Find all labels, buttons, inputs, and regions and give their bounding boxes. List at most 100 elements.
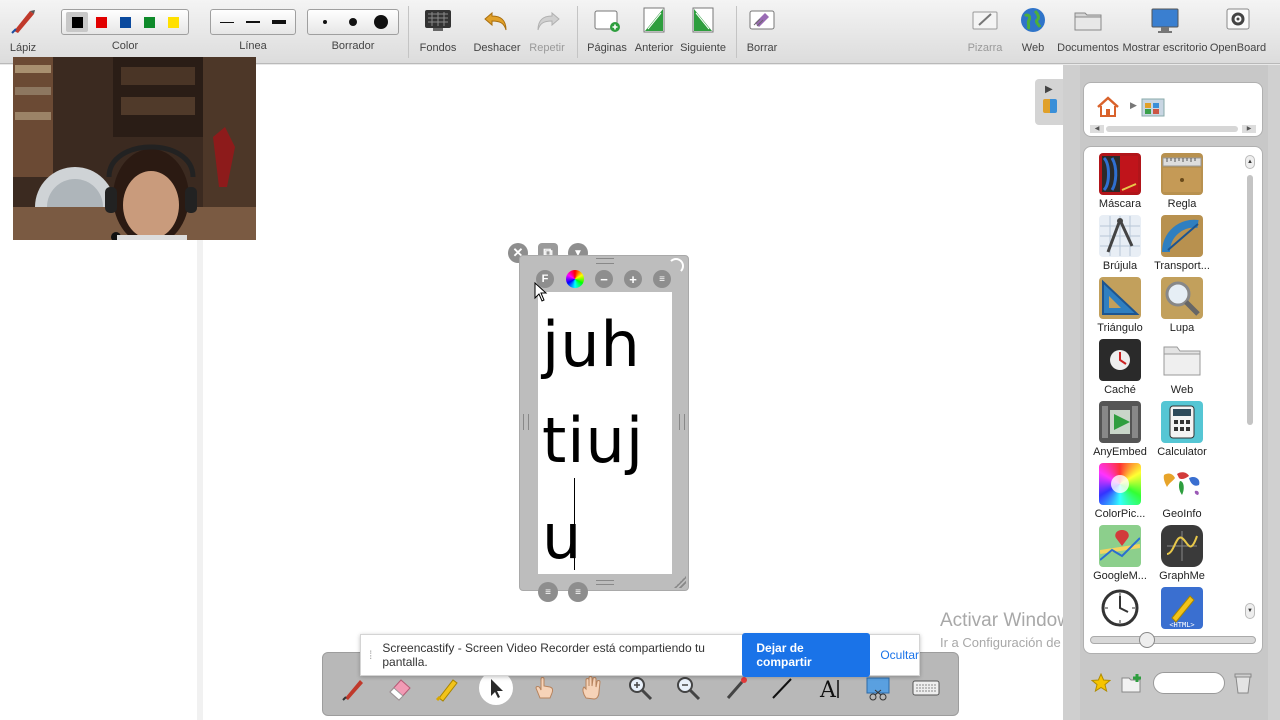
scroll-right-icon[interactable]: ▶ bbox=[1242, 125, 1256, 133]
app-protractor[interactable]: Transport... bbox=[1150, 215, 1214, 277]
eraser-large-button[interactable] bbox=[368, 12, 394, 32]
marker-icon bbox=[435, 679, 458, 702]
align-left-button[interactable]: ≡ bbox=[538, 582, 558, 602]
vertical-scrollbar[interactable]: ▲ ▼ bbox=[1244, 155, 1256, 625]
app-anyembed[interactable]: AnyEmbed bbox=[1088, 401, 1152, 463]
app-colorpicker[interactable]: ColorPic... bbox=[1088, 463, 1152, 525]
color-swatch-green[interactable] bbox=[138, 12, 160, 32]
board-label: Pizarra bbox=[967, 42, 1003, 54]
app-compass[interactable]: Brújula bbox=[1088, 215, 1152, 277]
app-cache[interactable]: Caché bbox=[1088, 339, 1152, 401]
openboard-menu-button[interactable]: OpenBoard bbox=[1210, 0, 1266, 64]
library-search-input[interactable] bbox=[1153, 672, 1225, 694]
stylus-zoom-out-button[interactable] bbox=[671, 671, 705, 705]
color-label: Color bbox=[111, 40, 139, 52]
line-width-palette bbox=[210, 9, 296, 35]
redo-button[interactable]: Repetir bbox=[527, 0, 567, 64]
color-swatch-blue[interactable] bbox=[114, 12, 136, 32]
stylus-pen-button[interactable] bbox=[337, 671, 371, 705]
text-widget[interactable]: F − + ≡ juh tiuj u bbox=[519, 255, 689, 591]
web-mode-button[interactable]: Web bbox=[1016, 0, 1050, 64]
app-mask[interactable]: Máscara bbox=[1088, 153, 1152, 215]
resize-corner-icon[interactable] bbox=[674, 576, 686, 588]
app-googlemaps[interactable]: GoogleM... bbox=[1088, 525, 1152, 587]
library-collapse-tab[interactable]: ▶ bbox=[1035, 79, 1063, 125]
slider-handle[interactable] bbox=[1139, 632, 1155, 648]
text-editor-area[interactable]: juh tiuj u bbox=[538, 292, 672, 574]
documents-button[interactable]: Documentos bbox=[1057, 0, 1119, 64]
trash-icon[interactable] bbox=[1233, 672, 1253, 694]
stylus-hand-button[interactable] bbox=[575, 671, 609, 705]
stylus-selector-button[interactable] bbox=[479, 671, 513, 705]
align-button[interactable]: ≡ bbox=[653, 270, 671, 288]
align-icon: ≡ bbox=[659, 273, 665, 285]
hide-button[interactable]: Ocultar bbox=[880, 648, 919, 662]
breadcrumb-arrow-icon: ▶ bbox=[1130, 100, 1137, 110]
stylus-keyboard-button[interactable] bbox=[909, 671, 943, 705]
eraser-small-button[interactable] bbox=[312, 12, 338, 32]
bottom-move-handle[interactable] bbox=[596, 580, 614, 585]
color-swatch-black[interactable] bbox=[66, 12, 88, 32]
line-medium-button[interactable] bbox=[241, 12, 265, 32]
zoom-out-icon bbox=[677, 677, 701, 701]
scroll-down-icon[interactable]: ▼ bbox=[1245, 603, 1255, 619]
app-magnifier[interactable]: Lupa bbox=[1150, 277, 1214, 339]
drag-handle-icon[interactable]: ⁞ bbox=[369, 648, 372, 662]
scroll-thumb[interactable] bbox=[1247, 175, 1253, 425]
text-color-button[interactable] bbox=[566, 270, 584, 288]
show-desktop-button[interactable]: Mostrar escritorio bbox=[1123, 0, 1207, 64]
stylus-zoom-in-button[interactable] bbox=[623, 671, 657, 705]
undo-button[interactable]: Deshacer bbox=[473, 0, 521, 64]
play-right-icon: ▶ bbox=[1045, 84, 1053, 95]
pen-label: Lápiz bbox=[9, 42, 37, 54]
align-right-button[interactable]: ≡ bbox=[568, 582, 588, 602]
eraser-medium-button[interactable] bbox=[340, 12, 366, 32]
favorite-star-icon[interactable] bbox=[1091, 673, 1111, 693]
stylus-eraser-button[interactable] bbox=[383, 671, 417, 705]
backgrounds-button[interactable]: Fondos bbox=[418, 0, 458, 64]
app-ruler[interactable]: Regla bbox=[1150, 153, 1214, 215]
library-zoom-slider[interactable] bbox=[1090, 632, 1256, 648]
color-swatch-red[interactable] bbox=[90, 12, 112, 32]
board-mode-button[interactable]: Pizarra bbox=[966, 0, 1004, 64]
stop-sharing-button[interactable]: Dejar de compartir bbox=[742, 633, 871, 677]
applications-folder-icon[interactable] bbox=[1140, 95, 1166, 119]
line-thick-button[interactable] bbox=[267, 12, 291, 32]
app-graphme[interactable]: GraphMe bbox=[1150, 525, 1214, 587]
pen-icon bbox=[8, 0, 38, 40]
horizontal-scrollbar[interactable]: ◀ ▶ bbox=[1090, 125, 1256, 133]
decrease-font-button[interactable]: − bbox=[595, 270, 613, 288]
app-geoinfo[interactable]: GeoInfo bbox=[1150, 463, 1214, 525]
rotate-icon[interactable] bbox=[668, 258, 684, 274]
increase-font-button[interactable]: + bbox=[624, 270, 642, 288]
next-page-button[interactable]: Siguiente bbox=[680, 0, 726, 64]
home-icon[interactable] bbox=[1096, 95, 1120, 119]
left-resize-handle[interactable] bbox=[523, 414, 529, 430]
app-label: Lupa bbox=[1169, 322, 1195, 334]
app-triangle[interactable]: Triángulo bbox=[1088, 277, 1152, 339]
eraser-icon bbox=[389, 679, 411, 701]
line-thin-button[interactable] bbox=[215, 12, 239, 32]
stylus-marker-button[interactable] bbox=[431, 671, 465, 705]
redo-icon bbox=[532, 0, 562, 40]
pen-tool-button[interactable]: Lápiz bbox=[6, 0, 40, 64]
ruler-icon bbox=[1161, 153, 1203, 195]
app-label: Transport... bbox=[1154, 260, 1210, 272]
library-splitter[interactable] bbox=[1063, 65, 1080, 720]
color-swatch-yellow[interactable] bbox=[162, 12, 184, 32]
scroll-up-icon[interactable]: ▲ bbox=[1245, 155, 1255, 169]
color-group: Color bbox=[55, 0, 195, 64]
pages-button[interactable]: Páginas bbox=[586, 0, 628, 64]
mouse-cursor-icon bbox=[534, 282, 548, 302]
scroll-left-icon[interactable]: ◀ bbox=[1090, 125, 1104, 133]
app-calculator[interactable]: Calculator bbox=[1150, 401, 1214, 463]
scroll-track[interactable] bbox=[1106, 126, 1238, 132]
previous-page-button[interactable]: Anterior bbox=[634, 0, 674, 64]
stylus-play-button[interactable] bbox=[527, 671, 561, 705]
widget-move-handle[interactable] bbox=[596, 258, 614, 264]
new-folder-icon[interactable] bbox=[1120, 672, 1144, 694]
right-resize-handle[interactable] bbox=[679, 414, 685, 430]
clear-button[interactable]: Borrar bbox=[744, 0, 780, 64]
previous-label: Anterior bbox=[634, 42, 674, 54]
app-web-folder[interactable]: Web bbox=[1150, 339, 1214, 401]
